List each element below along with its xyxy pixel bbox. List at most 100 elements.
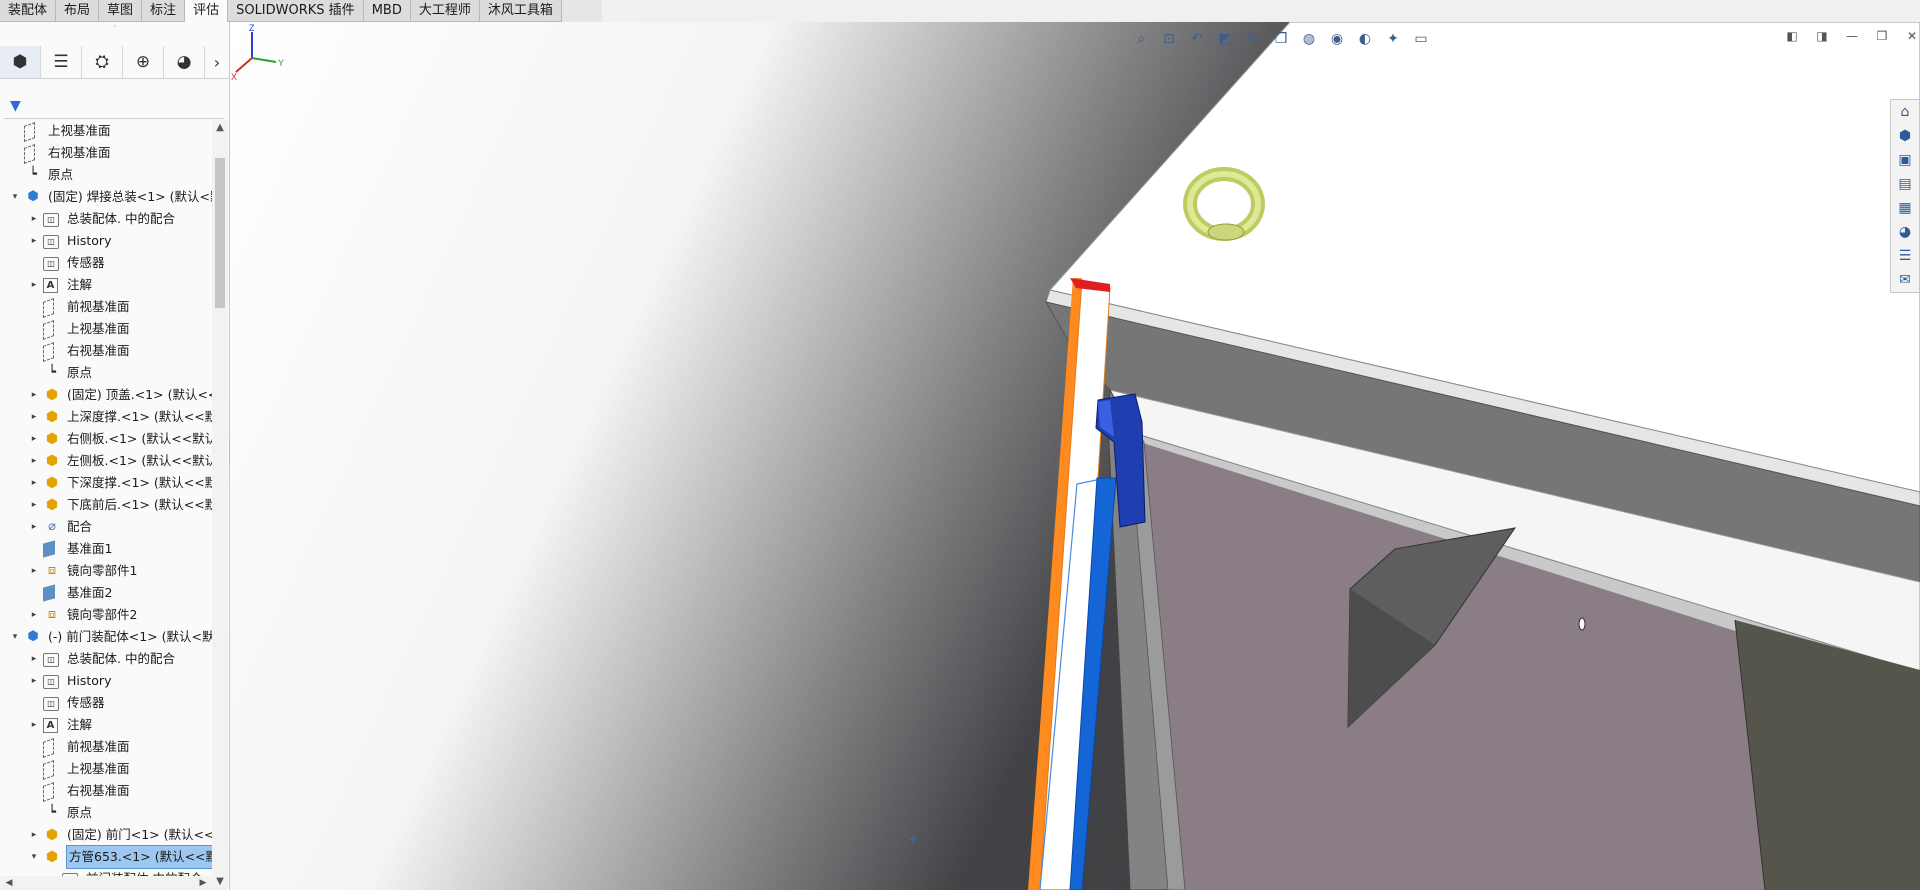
tab-0[interactable]: 装配体 <box>0 0 57 22</box>
expand-arrow-icon[interactable]: ▸ <box>29 428 39 450</box>
expand-arrow-icon[interactable]: ▸ <box>29 472 39 494</box>
home-icon[interactable]: ⌂ <box>1891 100 1919 124</box>
tree-item[interactable]: ▸ ◫ 总装配体. 中的配合 <box>0 208 212 230</box>
configuration-manager-icon[interactable]: ⛭ <box>82 46 123 78</box>
tree-item[interactable]: ▸ ⧈ 镜向零部件1 <box>0 560 212 582</box>
tree-item[interactable]: 右视基准面 <box>0 142 212 165</box>
edit-appearance-icon[interactable]: ◐ <box>1354 28 1376 50</box>
tree-item[interactable]: 基准面1 <box>0 538 212 560</box>
display-manager-icon[interactable]: ◕ <box>164 46 205 78</box>
scroll-thumb[interactable] <box>215 158 225 308</box>
scroll-up-arrow-icon[interactable]: ▲ <box>212 120 228 136</box>
tree-item[interactable]: ▸ ⬢ 右侧板.<1> (默认<<默认 <box>0 428 212 450</box>
tree-item[interactable]: 前视基准面 <box>0 736 212 759</box>
tree-item[interactable]: 右视基准面 <box>0 340 212 363</box>
tree-horizontal-scrollbar[interactable]: ◀ ▶ <box>0 876 212 890</box>
zoom-to-fit-icon[interactable]: ⌕ <box>1130 28 1152 50</box>
scroll-left-arrow-icon[interactable]: ◀ <box>2 876 16 890</box>
tree-item[interactable]: ▾ ⬢ 方管653.<1> (默认<<默认 <box>0 845 212 869</box>
tree-item[interactable]: ┕ 原点 <box>0 802 212 824</box>
tree-item[interactable]: 右视基准面 <box>0 780 212 803</box>
tree-item[interactable]: 上视基准面 <box>0 120 212 143</box>
tile-right-icon[interactable]: ◨ <box>1814 28 1830 44</box>
expand-arrow-icon[interactable]: ▸ <box>29 494 39 516</box>
expand-arrow-icon[interactable]: ▸ <box>29 230 39 252</box>
tree-item[interactable]: ▸ ⬢ (固定) 前门<1> (默认<<默 <box>0 824 212 846</box>
featuremanager-icon[interactable]: ⬢ <box>0 46 41 78</box>
expand-arrow-icon[interactable]: ▸ <box>29 714 39 736</box>
tree-item[interactable]: 基准面2 <box>0 582 212 604</box>
tree-item[interactable]: ▸ ◫ History <box>0 670 212 692</box>
hide-show-icon[interactable]: ◉ <box>1326 28 1348 50</box>
filter-icon[interactable]: ▼ <box>10 98 21 114</box>
scroll-right-arrow-icon[interactable]: ▶ <box>196 876 210 890</box>
tab-8[interactable]: 沐风工具箱 <box>479 0 562 22</box>
forum-icon[interactable]: ✉ <box>1891 268 1919 292</box>
tab-4[interactable]: 评估 <box>185 0 229 22</box>
expand-arrow-icon[interactable]: ▸ <box>29 560 39 582</box>
minimize-icon[interactable]: — <box>1844 28 1860 44</box>
collapse-arrow-icon[interactable]: ▾ <box>29 846 39 868</box>
appearances-icon[interactable]: ◕ <box>1891 220 1919 244</box>
collapse-arrow-icon[interactable]: ▾ <box>10 186 20 208</box>
tree-item[interactable]: ▸ ⬢ 左侧板.<1> (默认<<默认 <box>0 450 212 472</box>
dimxpert-icon[interactable]: ⊕ <box>123 46 164 78</box>
tree-vertical-scrollbar[interactable]: ▲ ▼ <box>212 120 228 890</box>
tree-item[interactable]: 前视基准面 <box>0 296 212 319</box>
expand-arrow-icon[interactable]: ▸ <box>29 450 39 472</box>
tree-item[interactable]: ▸ ◫ History <box>0 230 212 252</box>
tab-5[interactable]: SOLIDWORKS 插件 <box>228 0 364 22</box>
dynamic-annotation-icon[interactable]: ✎ <box>1242 28 1264 50</box>
tree-item[interactable]: ▸ ⬢ 下底前后.<1> (默认<<默 <box>0 494 212 516</box>
close-icon[interactable]: ✕ <box>1904 28 1920 44</box>
tree-item[interactable]: ▸ ◫ 总装配体. 中的配合 <box>0 648 212 670</box>
apply-scene-icon[interactable]: ✦ <box>1382 28 1404 50</box>
tree-item[interactable]: ▸ ⬢ 下深度撑.<1> (默认<<默 <box>0 472 212 494</box>
expand-arrow-icon[interactable]: ▸ <box>29 208 39 230</box>
tile-left-icon[interactable]: ◧ <box>1784 28 1800 44</box>
tree-item[interactable]: ◫ 传感器 <box>0 252 212 274</box>
tree-item[interactable]: ┕ 原点 <box>0 164 212 186</box>
tree-item[interactable]: ◫ 传感器 <box>0 692 212 714</box>
property-manager-icon[interactable]: ☰ <box>41 46 82 78</box>
tab-1[interactable]: 布局 <box>56 0 100 22</box>
tree-item[interactable]: 上视基准面 <box>0 318 212 341</box>
expand-arrow-icon[interactable]: ▸ <box>29 406 39 428</box>
3d-content-icon[interactable]: ⬢ <box>1891 124 1919 148</box>
expand-arrow-icon[interactable]: ▸ <box>29 648 39 670</box>
tree-item[interactable]: 上视基准面 <box>0 758 212 781</box>
tab-2[interactable]: 草图 <box>99 0 143 22</box>
tab-7[interactable]: 大工程师 <box>410 0 480 22</box>
expand-arrow-icon[interactable]: ▸ <box>29 384 39 406</box>
tree-filter[interactable]: ▼ <box>4 96 224 119</box>
zoom-area-icon[interactable]: ⊡ <box>1158 28 1180 50</box>
tree-item[interactable]: ▾ ⬢ (-) 前门装配体<1> (默认<默认 <box>0 626 212 648</box>
scroll-down-arrow-icon[interactable]: ▼ <box>212 874 228 890</box>
restore-icon[interactable]: ❐ <box>1874 28 1890 44</box>
expand-arrow-icon[interactable]: ▸ <box>29 824 39 846</box>
panel-grip[interactable]: ◦ <box>0 22 229 32</box>
expand-arrow-icon[interactable]: ▸ <box>29 516 39 538</box>
tree-item[interactable]: ▾ ⬢ (固定) 焊接总装<1> (默认<默 <box>0 186 212 208</box>
design-library-icon[interactable]: ▣ <box>1891 148 1919 172</box>
tree-item[interactable]: ▸ A 注解 <box>0 714 212 736</box>
previous-view-icon[interactable]: ↶ <box>1186 28 1208 50</box>
file-explorer-icon[interactable]: ▤ <box>1891 172 1919 196</box>
expand-arrow-icon[interactable]: ▸ <box>29 670 39 692</box>
view-settings-icon[interactable]: ▭ <box>1410 28 1432 50</box>
tree-item[interactable]: ▸ A 注解 <box>0 274 212 296</box>
section-view-icon[interactable]: ◩ <box>1214 28 1236 50</box>
tab-6[interactable]: MBD <box>363 0 411 22</box>
custom-properties-icon[interactable]: ☰ <box>1891 244 1919 268</box>
tree-item[interactable]: ▸ ⌀ 配合 <box>0 516 212 538</box>
expand-arrow-icon[interactable]: ▸ <box>29 604 39 626</box>
panel-tabs-more-icon[interactable]: › <box>205 46 229 78</box>
tree-item[interactable]: ┕ 原点 <box>0 362 212 384</box>
tab-3[interactable]: 标注 <box>142 0 186 22</box>
view-orientation-icon[interactable]: ❒ <box>1270 28 1292 50</box>
display-style-icon[interactable]: ◍ <box>1298 28 1320 50</box>
collapse-arrow-icon[interactable]: ▾ <box>10 626 20 648</box>
tree-item[interactable]: ▸ ⧈ 镜向零部件2 <box>0 604 212 626</box>
expand-arrow-icon[interactable]: ▸ <box>29 274 39 296</box>
view-palette-icon[interactable]: ▦ <box>1891 196 1919 220</box>
